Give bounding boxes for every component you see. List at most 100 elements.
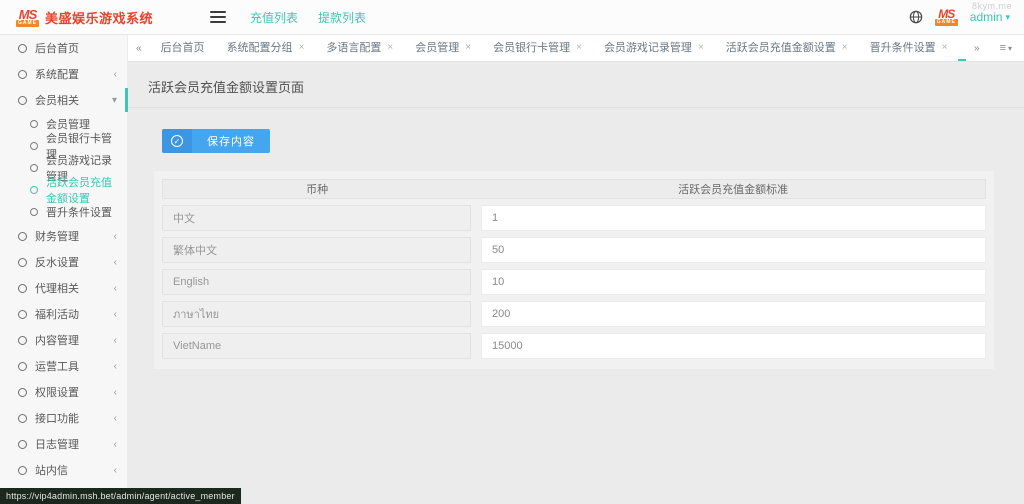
tab-dashboard[interactable]: 后台首页 [150,35,216,61]
tab-bar: « 后台首页 系统配置分组 × 多语言配置 × 会员管理 × 会员银行卡管理 ×… [128,35,1024,62]
tab-promotion-conditions[interactable]: 晋升条件设置 × [859,35,959,61]
tab-active-member-recharge-1[interactable]: 活跃会员充值金额设置 × [715,35,859,61]
tab-member-bankcard[interactable]: 会员银行卡管理 × [482,35,593,61]
admin-user-dropdown[interactable]: admin ▾ [970,10,1010,24]
menu-ring-icon [18,440,27,449]
menu-ring-icon [18,70,27,79]
table-row [162,333,986,359]
close-icon[interactable]: × [576,42,582,53]
table-row [162,301,986,327]
menu-ring-icon [18,388,27,397]
amount-input[interactable] [481,333,986,359]
chevron-left-icon: ‹ [114,283,117,294]
currency-label-field [162,333,471,359]
tab-member-game-records[interactable]: 会员游戏记录管理 × [593,35,715,61]
sidebar-item-active-member-recharge[interactable]: 活跃会员充值金额设置 [0,179,127,201]
amount-input[interactable] [481,301,986,327]
sidebar-item-finance[interactable]: 财务管理 ‹ [0,223,127,249]
menu-ring-icon [30,164,38,172]
admin-username: admin [970,10,1003,24]
sidebar-item-rebate[interactable]: 反水设置 ‹ [0,249,127,275]
chevron-left-icon: ‹ [114,387,117,398]
top-header-bar: MS GAME 美盛娱乐游戏系统 充值列表 提款列表 MS GAME admin… [0,0,1024,35]
hamburger-menu-icon[interactable] [210,11,226,23]
chevron-down-icon: ▾ [112,95,117,106]
sidebar-item-system-config[interactable]: 系统配置 ‹ [0,61,127,87]
settings-table: 币种 活跃会员充值金额标准 [154,171,994,369]
brand-title: 美盛娱乐游戏系统 [45,8,153,27]
column-header-amount-standard: 活跃会员充值金额标准 [481,181,985,197]
tab-multilanguage-config[interactable]: 多语言配置 × [315,35,404,61]
close-icon[interactable]: × [842,42,848,53]
amount-input[interactable] [481,205,986,231]
sidebar-item-member-related[interactable]: 会员相关 ▾ [0,87,127,113]
tab-member-management[interactable]: 会员管理 × [404,35,482,61]
sidebar-item-agent[interactable]: 代理相关 ‹ [0,275,127,301]
sidebar: 后台首页 系统配置 ‹ 会员相关 ▾ 会员管理 会员银行卡管理 会员游戏记录管理… [0,35,128,504]
menu-ring-icon [18,414,27,423]
ms-logo-text: MS [19,8,37,21]
menu-ring-icon [30,142,38,150]
close-icon[interactable]: × [942,42,948,53]
menu-ring-icon [30,208,38,216]
sidebar-item-content[interactable]: 内容管理 ‹ [0,327,127,353]
user-ms-logo-icon: MS GAME [935,8,958,26]
chevron-left-icon: ‹ [114,413,117,424]
currency-label-field [162,205,471,231]
nav-withdraw-list[interactable]: 提款列表 [318,9,366,26]
main-content: 活跃会员充值金额设置页面 ✓ 保存内容 币种 活跃会员充值金额标准 [128,62,1024,504]
chevron-left-icon: ‹ [114,231,117,242]
tab-active-member-recharge-2[interactable]: 活跃会员充值金额设置 × [958,35,966,61]
link-preview-statusbar: https://vip4admin.msh.bet/admin/agent/ac… [0,488,241,504]
sidebar-item-promotion-conditions[interactable]: 晋升条件设置 [0,201,127,223]
menu-ring-icon [18,336,27,345]
sidebar-item-logs[interactable]: 日志管理 ‹ [0,431,127,457]
chevron-left-icon: ‹ [114,309,117,320]
menu-ring-icon [18,232,27,241]
nav-recharge-list[interactable]: 充值列表 [250,9,298,26]
tabs-scroll-left-icon[interactable]: « [128,35,150,61]
tabs-scroll-right-icon[interactable]: » [966,35,988,61]
close-icon[interactable]: × [698,42,704,53]
watermark: 8kym.me [972,1,1012,11]
close-icon[interactable]: × [299,42,305,53]
close-icon[interactable]: × [387,42,393,53]
table-row [162,237,986,263]
menu-ring-icon [18,258,27,267]
list-icon: ≡ [1000,42,1006,54]
chevron-left-icon: ‹ [114,439,117,450]
table-row [162,269,986,295]
menu-ring-icon [18,362,27,371]
chevron-down-icon: ▾ [1005,12,1010,23]
chevron-left-icon: ‹ [114,465,117,476]
currency-label-field [162,237,471,263]
amount-input[interactable] [481,237,986,263]
check-circle-icon: ✓ [162,129,192,153]
currency-label-field [162,301,471,327]
chevron-left-icon: ‹ [114,69,117,80]
tabs-menu-dropdown[interactable]: ≡ ▾ [988,35,1024,61]
amount-input[interactable] [481,269,986,295]
menu-ring-icon [18,96,27,105]
ms-logo-game-text: GAME [16,20,39,27]
menu-ring-icon [18,466,27,475]
sidebar-item-api-functions[interactable]: 接口功能 ‹ [0,405,127,431]
chevron-left-icon: ‹ [114,361,117,372]
page-title: 活跃会员充值金额设置页面 [128,62,1024,108]
save-button[interactable]: ✓ 保存内容 [162,129,270,153]
sidebar-item-site-messages[interactable]: 站内信 ‹ [0,457,127,483]
sidebar-item-operation-tools[interactable]: 运营工具 ‹ [0,353,127,379]
chevron-left-icon: ‹ [114,257,117,268]
open-tabs: 后台首页 系统配置分组 × 多语言配置 × 会员管理 × 会员银行卡管理 × 会… [150,35,966,61]
chevron-left-icon: ‹ [114,335,117,346]
sidebar-item-dashboard[interactable]: 后台首页 [0,35,127,61]
save-button-label: 保存内容 [192,129,270,153]
close-icon[interactable]: × [465,42,471,53]
language-globe-icon[interactable] [909,10,923,24]
sidebar-item-welfare[interactable]: 福利活动 ‹ [0,301,127,327]
column-header-currency: 币种 [163,181,471,197]
table-row [162,205,986,231]
sidebar-item-permissions[interactable]: 权限设置 ‹ [0,379,127,405]
tab-system-config-group[interactable]: 系统配置分组 × [216,35,316,61]
ms-logo-icon: MS GAME [16,8,39,27]
